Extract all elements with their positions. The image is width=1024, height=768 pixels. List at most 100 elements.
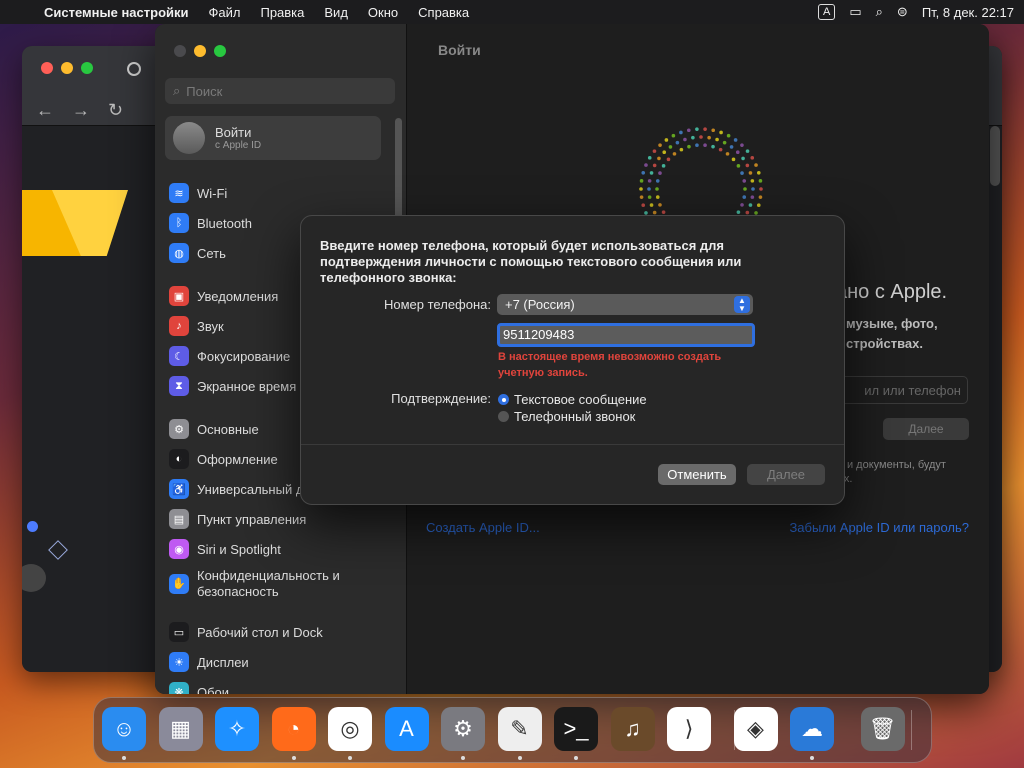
radio-selected-icon[interactable] [498, 394, 509, 405]
phone-number-input[interactable]: 9511209483 [497, 323, 755, 347]
menu-app-name[interactable]: Системные настройки [44, 5, 189, 20]
ring-dot [750, 179, 755, 183]
ring-dot [639, 187, 643, 191]
ring-dot [687, 144, 691, 149]
ring-dot [672, 152, 677, 156]
signin-next-button[interactable]: Далее [883, 418, 969, 440]
ring-dot [657, 156, 661, 161]
menu-file[interactable]: Файл [209, 5, 241, 20]
ring-dot [725, 152, 730, 156]
trash-icon[interactable]: 🗑 [860, 707, 905, 751]
spotlight-search-icon[interactable]: ⌕ [876, 4, 883, 20]
sidebar-item[interactable]: ▤ Пункт управления [169, 504, 397, 534]
keyboard-input-icon[interactable]: A [817, 4, 836, 20]
desktop-dock-icon: ▭ [169, 622, 189, 642]
sidebar-item[interactable]: ☀ Дисплеи [169, 647, 397, 677]
apple-id-input[interactable]: ил или телефон [836, 376, 968, 404]
ring-dot [735, 150, 740, 155]
terminal-icon[interactable]: >_ [554, 707, 598, 751]
ring-dot [707, 135, 711, 140]
network-icon: ◍ [169, 243, 189, 263]
menu-window[interactable]: Окно [368, 5, 398, 20]
ring-dot [741, 156, 745, 161]
forward-arrow-icon[interactable]: → [72, 100, 90, 121]
ring-dot [742, 195, 747, 199]
ring-dot [679, 130, 683, 135]
menu-view[interactable]: Вид [324, 5, 348, 20]
ring-dot [733, 138, 738, 142]
sidebar-item-label: Экранное время [197, 378, 297, 394]
cancel-button[interactable]: Отменить [658, 464, 736, 485]
zoom-icon[interactable] [81, 62, 93, 74]
signin-note-line: ых. [836, 472, 946, 486]
safari-icon[interactable]: ✧ [215, 707, 259, 751]
launchpad-icon[interactable]: ▦ [158, 707, 203, 751]
ring-dot [658, 171, 662, 175]
vscode-icon[interactable]: ⟩ [667, 707, 711, 751]
ring-dot [641, 171, 646, 175]
minimize-icon[interactable] [194, 45, 206, 57]
error-message: В настоящее время невозможно создать уче… [498, 351, 722, 379]
zoom-icon[interactable] [214, 45, 226, 57]
control-center-icon: ▤ [169, 509, 189, 529]
ring-dot [736, 164, 741, 168]
finder-icon[interactable]: ☺ [102, 707, 146, 751]
signin-note-line: ы и документы, будут [836, 459, 946, 471]
menu-help[interactable]: Справка [418, 5, 469, 20]
system-settings-icon[interactable]: ⚙ [441, 707, 485, 751]
minimize-icon[interactable] [61, 62, 73, 74]
signin-subtitle: с Apple ID [215, 140, 262, 151]
country-code-select[interactable]: +7 (Россия) ▲ ▼ [497, 294, 753, 315]
create-apple-id-link[interactable]: Создать Apple ID... [426, 520, 540, 535]
visual-studio-icon[interactable]: ◈ [733, 707, 778, 751]
garageband-icon[interactable]: ♫ [610, 707, 655, 751]
reload-icon[interactable]: ↻ [108, 100, 123, 121]
screen-mirroring-icon[interactable]: ▭ [849, 4, 861, 20]
running-indicator [291, 756, 296, 760]
ring-dot [719, 130, 723, 135]
radio-option-sms[interactable]: Текстовое сообщение [498, 392, 647, 407]
sidebar-item[interactable]: ≋ Wi-Fi [169, 178, 397, 208]
ring-dot [691, 135, 695, 140]
ring-dot [664, 138, 669, 142]
sidebar-item[interactable]: ✋ Конфиденциальность и безопасность [169, 564, 397, 604]
menu-datetime[interactable]: Пт, 8 дек. 22:17 [922, 5, 1014, 20]
running-indicator [122, 756, 126, 760]
forgot-apple-id-link[interactable]: Забыли Apple ID или пароль? [789, 520, 969, 535]
ring-dot [758, 195, 763, 199]
settings-search-field[interactable]: ⌕ Поиск [165, 78, 395, 104]
ring-dot [722, 140, 727, 145]
sidebar-item[interactable]: ◉ Siri и Spotlight [169, 534, 397, 564]
sidebar-item[interactable]: ▭ Рабочий стол и Dock [169, 617, 397, 647]
focus-icon: ☾ [169, 346, 189, 366]
ring-dot [655, 195, 660, 199]
ring-dot [658, 203, 662, 207]
chrome-tab-favicon-icon[interactable] [127, 62, 141, 76]
apple-id-signin-item[interactable]: Войти с Apple ID [165, 116, 381, 160]
chrome-scrollbar[interactable] [990, 126, 1000, 186]
textedit-icon[interactable]: ✎ [497, 707, 542, 751]
sidebar-item[interactable]: ❋ Обои [169, 677, 397, 694]
menu-edit[interactable]: Правка [260, 5, 304, 20]
control-center-icon[interactable]: ⊜ [897, 4, 908, 20]
weather-icon[interactable]: ☁ [790, 707, 834, 751]
next-button[interactable]: Далее [747, 464, 825, 485]
radio-unselected-icon[interactable] [498, 411, 509, 422]
ring-dot [655, 179, 660, 183]
radio-option-call[interactable]: Телефонный звонок [498, 409, 635, 424]
signin-heading: ано с Apple. [836, 281, 948, 303]
close-icon[interactable] [41, 62, 53, 74]
ring-dot [647, 195, 652, 199]
firefox-icon[interactable]: ◔ [271, 707, 316, 751]
sidebar-item-label: Сеть [197, 245, 226, 261]
back-arrow-icon[interactable]: ← [36, 100, 54, 121]
sound-icon: ♪ [169, 316, 189, 336]
app-store-icon[interactable]: A [384, 707, 429, 751]
chrome-icon[interactable]: ◎ [328, 707, 372, 751]
ring-dot [750, 195, 755, 199]
country-code-value: +7 (Россия) [505, 297, 575, 312]
ring-dot [759, 187, 763, 191]
close-icon[interactable] [174, 45, 186, 57]
confirmation-label: Подтверждение: [391, 391, 491, 406]
